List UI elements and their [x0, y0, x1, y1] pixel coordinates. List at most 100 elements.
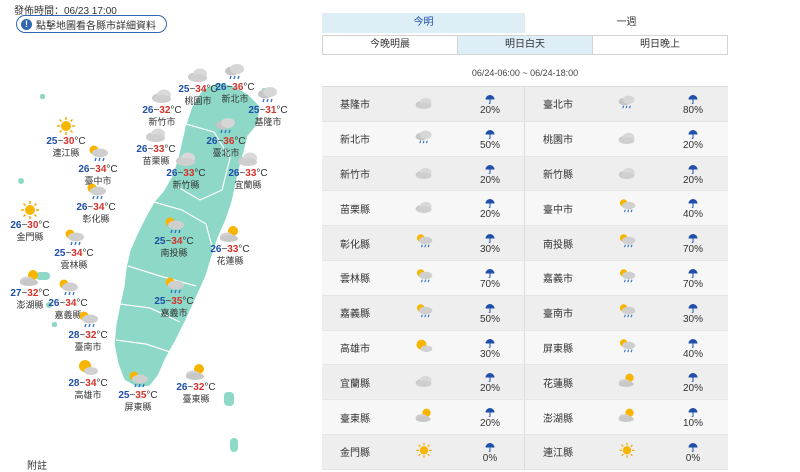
sun-cloud-rain-icon — [126, 370, 150, 390]
city-temperature: 25~34°C — [154, 236, 194, 247]
rain-probability: 20% — [675, 369, 711, 395]
rain-probability: 20% — [472, 369, 508, 395]
primary-tabs: 今明 一週 — [322, 13, 728, 33]
umbrella-icon — [485, 404, 495, 418]
forecast-cell[interactable]: 基隆市 20% — [322, 87, 525, 121]
forecast-cell[interactable]: 臺中市 40% — [525, 191, 728, 225]
forecast-cell[interactable]: 花蓮縣 20% — [525, 365, 728, 399]
forecast-cell[interactable]: 新竹市 20% — [322, 156, 525, 191]
sunny-icon — [18, 200, 42, 220]
forecast-cell[interactable]: 宜蘭縣 20% — [322, 365, 525, 400]
county-name: 苗栗縣 — [340, 204, 370, 216]
forecast-cell[interactable]: 新竹縣 20% — [525, 157, 728, 191]
county-name: 桃園市 — [543, 135, 573, 147]
county-name: 連江縣 — [543, 448, 573, 460]
sunny-icon — [54, 116, 78, 136]
tab-tonight[interactable]: 今晚明晨 — [323, 36, 458, 54]
tab-week[interactable]: 一週 — [525, 13, 728, 33]
map-city-14[interactable]: 25~34°C 雲林縣 — [44, 228, 104, 271]
forecast-cell[interactable]: 金門縣 0% — [322, 434, 525, 469]
taiwan-map[interactable]: 25~34°C 桃園市 26~36°C 新北市 26~32°C 新竹市 25~31°C 基隆市… — [0, 40, 310, 460]
forecast-cell[interactable]: 臺南市 30% — [525, 296, 728, 330]
cloudy-rain-icon — [256, 85, 280, 105]
tab-today-tomorrow[interactable]: 今明 — [322, 13, 525, 33]
umbrella-icon — [485, 265, 495, 279]
umbrella-icon — [485, 300, 495, 314]
forecast-cell[interactable]: 嘉義縣 50% — [322, 295, 525, 330]
rain-probability: 0% — [472, 439, 508, 465]
sun-cloud-rain-icon — [617, 233, 637, 250]
sun-cloud-rain-icon — [414, 233, 434, 250]
cloudy-icon — [617, 164, 637, 181]
table-row: 嘉義縣 50% 臺南市 30% — [322, 295, 728, 331]
table-row: 基隆市 20% 臺北市 80% — [322, 87, 728, 122]
map-city-17[interactable]: 25~35°C 嘉義市 — [144, 276, 204, 319]
forecast-cell[interactable]: 彰化縣 30% — [322, 226, 525, 260]
sun-cloud-rain-icon — [76, 310, 100, 330]
city-name: 新竹縣 — [172, 180, 200, 190]
map-city-10[interactable]: 26~34°C 彰化縣 — [66, 182, 126, 225]
map-city-2[interactable]: 26~32°C 新竹市 — [132, 85, 192, 128]
forecast-cell[interactable]: 臺東縣 20% — [322, 400, 525, 434]
county-name: 屏東縣 — [543, 343, 573, 355]
forecast-cell[interactable]: 澎湖縣 10% — [525, 400, 728, 434]
forecast-cell[interactable]: 臺北市 80% — [525, 87, 728, 121]
umbrella-icon — [485, 439, 495, 453]
umbrella-icon — [485, 195, 495, 209]
forecast-cell[interactable]: 苗栗縣 20% — [322, 191, 525, 226]
map-city-20[interactable]: 26~32°C 臺東縣 — [166, 362, 226, 405]
umbrella-icon — [688, 195, 698, 209]
map-city-8[interactable]: 26~33°C 新竹縣 — [156, 148, 216, 191]
map-city-13[interactable]: 26~33°C 花蓮縣 — [200, 224, 260, 267]
map-city-7[interactable]: 26~34°C 臺中市 — [68, 144, 128, 187]
map-city-18[interactable]: 28~32°C 臺南市 — [58, 310, 118, 353]
table-row: 雲林縣 70% 嘉義市 70% — [322, 260, 728, 296]
city-name: 宜蘭縣 — [234, 180, 262, 190]
map-city-21[interactable]: 25~35°C 屏東縣 — [108, 370, 168, 413]
city-temperature: 26~33°C — [210, 244, 250, 255]
forecast-cell[interactable]: 新北市 50% — [322, 121, 525, 156]
rain-probability: 20% — [472, 161, 508, 187]
map-detail-button-label: 點擊地圖看各縣市詳細資料 — [36, 20, 156, 32]
tab-tomorrow-day[interactable]: 明日白天 — [458, 36, 593, 54]
forecast-cell[interactable]: 高雄市 30% — [322, 330, 525, 365]
cloudy-icon — [617, 129, 637, 146]
cloudy-rain-icon — [214, 116, 238, 136]
partly-cloudy-icon — [414, 407, 434, 424]
county-name: 彰化縣 — [340, 239, 370, 251]
forecast-cell[interactable]: 嘉義市 70% — [525, 261, 728, 295]
tab-tomorrow-night[interactable]: 明日晚上 — [593, 36, 727, 54]
rain-probability: 80% — [675, 91, 711, 117]
city-temperature: 26~32°C — [142, 105, 182, 116]
umbrella-icon — [688, 91, 698, 105]
map-city-12[interactable]: 25~34°C 南投縣 — [144, 216, 204, 259]
secondary-tabs: 今晚明晨 明日白天 明日晚上 — [322, 35, 728, 55]
rain-probability: 20% — [472, 91, 508, 117]
umbrella-icon — [485, 230, 495, 244]
county-name: 花蓮縣 — [543, 378, 573, 390]
table-row: 金門縣 0% 連江縣 0% — [322, 434, 728, 470]
rain-probability: 20% — [472, 404, 508, 430]
map-detail-button[interactable]: ! 點擊地圖看各縣市詳細資料 — [16, 15, 167, 33]
county-name: 臺南市 — [543, 309, 573, 321]
forecast-cell[interactable]: 連江縣 0% — [525, 435, 728, 469]
forecast-cell[interactable]: 南投縣 70% — [525, 226, 728, 260]
county-name: 新竹縣 — [543, 169, 573, 181]
city-temperature: 26~33°C — [228, 168, 268, 179]
city-temperature: 26~32°C — [176, 382, 216, 393]
cloudy-rain-icon — [617, 94, 637, 111]
rain-probability: 40% — [675, 335, 711, 361]
umbrella-icon — [485, 335, 495, 348]
map-city-9[interactable]: 26~33°C 宜蘭縣 — [218, 148, 278, 191]
city-temperature: 26~34°C — [76, 202, 116, 213]
partly-cloudy-icon — [617, 407, 637, 424]
forecast-cell[interactable]: 屏東縣 40% — [525, 331, 728, 365]
county-name: 嘉義縣 — [340, 309, 370, 321]
county-name: 臺東縣 — [340, 413, 370, 425]
sun-cloud-rain-icon — [617, 338, 637, 355]
county-name: 南投縣 — [543, 239, 573, 251]
rain-probability: 20% — [675, 126, 711, 152]
sun-cloud-rain-icon — [56, 278, 80, 298]
forecast-cell[interactable]: 雲林縣 70% — [322, 260, 525, 295]
forecast-cell[interactable]: 桃園市 20% — [525, 122, 728, 156]
